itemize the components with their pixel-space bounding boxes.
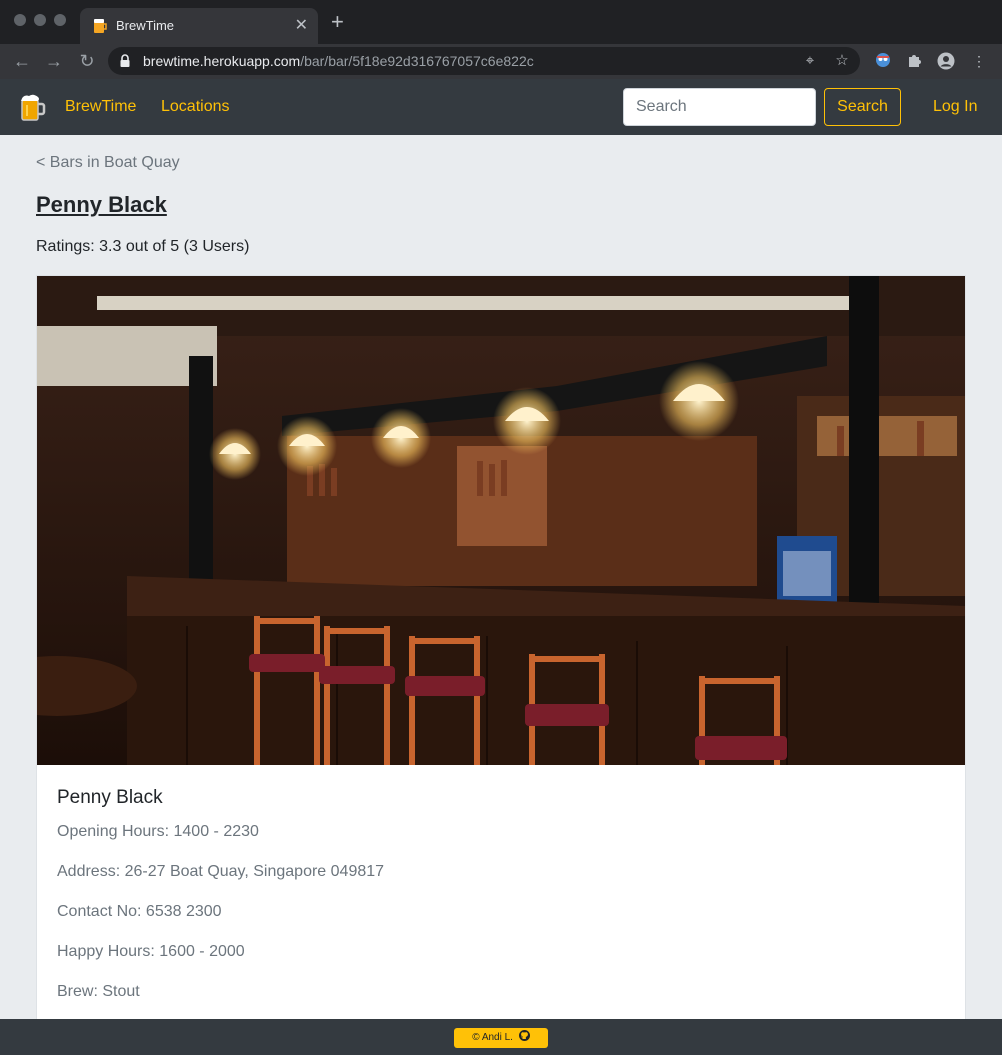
address: Address: 26-27 Boat Quay, Singapore 0498… xyxy=(57,863,385,880)
url-host: brewtime.herokuapp.com xyxy=(143,53,301,69)
bar-interior-image xyxy=(37,276,965,765)
page-title[interactable]: Penny Black xyxy=(36,192,167,218)
card-title: Penny Black xyxy=(57,787,163,808)
maximize-window-dot[interactable] xyxy=(54,14,66,26)
app-navbar: BrewTime Locations Search Log In xyxy=(0,79,1002,135)
bar-details: Penny Black Opening Hours: 1400 - 2230 A… xyxy=(57,787,384,1019)
page-content: < Bars in Boat Quay Penny Black Ratings:… xyxy=(0,135,1002,1019)
beer-favicon-icon xyxy=(94,19,107,33)
new-tab-button[interactable]: + xyxy=(331,11,344,33)
footer: © Andi L. xyxy=(0,1019,1002,1055)
happy-hours: Happy Hours: 1600 - 2000 xyxy=(57,943,245,960)
close-window-dot[interactable] xyxy=(14,14,26,26)
footer-credit-text: © Andi L. xyxy=(472,1032,513,1043)
tab-close-icon[interactable]: ✕ xyxy=(295,15,308,35)
bar-photo xyxy=(37,276,965,765)
tab-title: BrewTime xyxy=(116,18,175,33)
profile-avatar-icon[interactable] xyxy=(937,52,955,70)
lock-icon xyxy=(120,54,130,67)
ratings-text: Ratings: 3.3 out of 5 (3 Users) xyxy=(36,238,250,255)
back-to-bars-link[interactable]: < Bars in Boat Quay xyxy=(36,154,180,172)
back-arrow-icon[interactable]: ← xyxy=(10,50,34,74)
search-button[interactable]: Search xyxy=(824,88,901,126)
reload-icon[interactable]: ↻ xyxy=(75,50,99,74)
browser-tabstrip: BrewTime ✕ + xyxy=(0,0,1002,44)
minimize-window-dot[interactable] xyxy=(34,14,46,26)
address-bar[interactable]: brewtime.herokuapp.com/bar/bar/5f18e92d3… xyxy=(108,47,860,75)
bar-card: Penny Black Opening Hours: 1400 - 2230 A… xyxy=(36,275,966,1019)
brand-link[interactable]: BrewTime xyxy=(65,98,136,116)
extensions-puzzle-icon[interactable] xyxy=(905,52,923,70)
contact-number: Contact No: 6538 2300 xyxy=(57,903,222,920)
locations-link[interactable]: Locations xyxy=(161,98,230,116)
extension-face-icon[interactable] xyxy=(874,52,892,70)
location-target-icon[interactable]: ⌖ xyxy=(801,52,819,70)
github-icon[interactable] xyxy=(518,1030,530,1041)
browser-toolbar: ← → ↻ brewtime.herokuapp.com/bar/bar/5f1… xyxy=(0,44,1002,79)
url-text: brewtime.herokuapp.com/bar/bar/5f18e92d3… xyxy=(143,53,534,69)
brew-type: Brew: Stout xyxy=(57,983,140,1000)
bookmark-star-icon[interactable]: ☆ xyxy=(833,52,851,70)
browser-menu-icon[interactable]: ⋮ xyxy=(970,52,988,70)
login-link[interactable]: Log In xyxy=(933,98,977,116)
forward-arrow-icon[interactable]: → xyxy=(42,50,66,74)
search-input[interactable] xyxy=(623,88,816,126)
footer-credit-badge[interactable]: © Andi L. xyxy=(454,1028,548,1048)
url-path: /bar/bar/5f18e92d316767057c6e822c xyxy=(300,53,534,69)
browser-tab[interactable]: BrewTime ✕ xyxy=(80,8,318,44)
opening-hours: Opening Hours: 1400 - 2230 xyxy=(57,823,259,840)
beer-mug-logo-icon[interactable] xyxy=(20,92,46,122)
